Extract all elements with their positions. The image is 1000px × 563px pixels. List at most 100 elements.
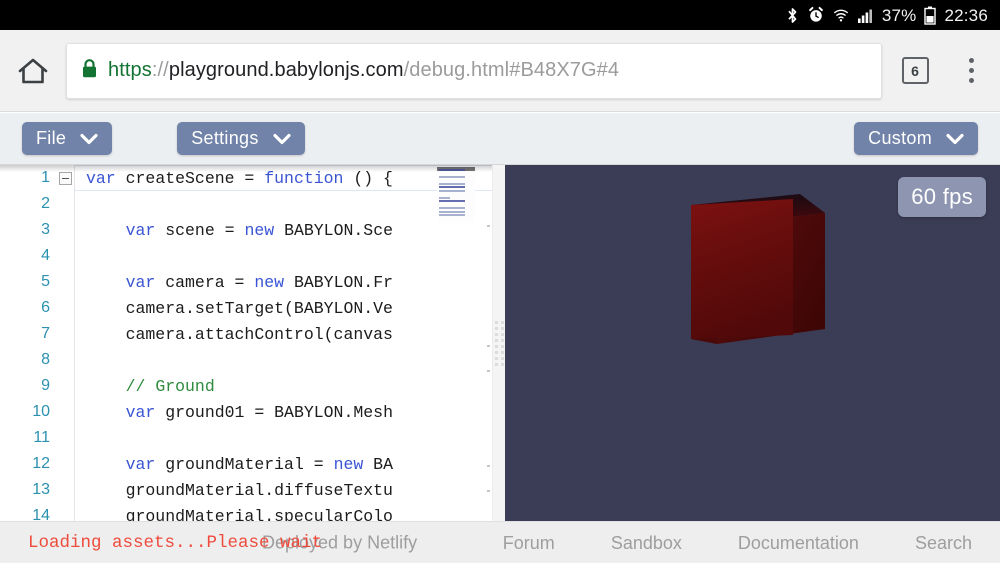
code-text: camera.setTarget(BABYLON.Ve (74, 299, 393, 318)
code-line[interactable]: 12 var groundMaterial = new BA (0, 451, 505, 477)
code-line[interactable]: 6 camera.setTarget(BABYLON.Ve (0, 295, 505, 321)
grip-dot (501, 327, 504, 330)
code-lines[interactable]: 1var createScene = function () {23 var s… (0, 165, 505, 521)
signal-icon (857, 7, 874, 24)
code-token (86, 273, 126, 292)
url-text: https://playground.babylonjs.com/debug.h… (108, 59, 619, 82)
file-menu-button[interactable]: File (22, 122, 112, 155)
grip-dot (495, 321, 498, 324)
grip-dot (495, 345, 498, 348)
kebab-dot-1 (969, 58, 974, 63)
code-line[interactable]: 11 (0, 425, 505, 451)
code-token (86, 455, 126, 474)
line-number: 14 (0, 507, 56, 521)
grip-dots (495, 321, 504, 366)
footer-link-sandbox[interactable]: Sandbox (583, 533, 710, 554)
code-token: var (126, 221, 156, 240)
url-path: /debug.html#B48X7G#4 (404, 59, 620, 81)
code-token: BA (363, 455, 393, 474)
code-text: groundMaterial.specularColo (74, 507, 393, 522)
line-number: 3 (0, 221, 56, 239)
grip-dot (495, 357, 498, 360)
code-line[interactable]: 4 (0, 243, 505, 269)
grip-dot (495, 363, 498, 366)
wifi-icon (833, 6, 849, 24)
alarm-icon (807, 6, 825, 24)
code-line[interactable]: 3 var scene = new BABYLON.Sce (0, 217, 505, 243)
minimap-line (439, 186, 465, 188)
minimap-line (439, 214, 465, 216)
editor-overview-ruler[interactable] (484, 165, 491, 521)
code-token: new (334, 455, 364, 474)
minimap-line (439, 190, 465, 192)
code-line[interactable]: 10 var ground01 = BABYLON.Mesh (0, 399, 505, 425)
custom-menu-label: Custom (868, 128, 932, 149)
chevron-down-icon (273, 133, 291, 145)
line-number: 6 (0, 299, 56, 317)
grip-dot (501, 333, 504, 336)
code-line[interactable]: 5 var camera = new BABYLON.Fr (0, 269, 505, 295)
minimap-line (439, 169, 465, 171)
work-area: 1var createScene = function () {23 var s… (0, 165, 1000, 521)
chevron-down-icon (80, 133, 98, 145)
code-text: camera.attachControl(canvas (74, 325, 393, 344)
editor-resize-grip[interactable] (492, 165, 505, 521)
bluetooth-icon (786, 6, 799, 25)
code-line[interactable]: 8 (0, 347, 505, 373)
grip-dot (501, 357, 504, 360)
code-line[interactable]: 2 (0, 191, 505, 217)
kebab-dot-3 (969, 78, 974, 83)
kebab-dot-2 (969, 68, 974, 73)
battery-icon (924, 6, 936, 25)
playground-toolbar: File Settings Custom (0, 113, 1000, 165)
minimap-line (439, 197, 450, 199)
tab-count-label: 6 (902, 57, 929, 84)
code-text: var scene = new BABYLON.Sce (74, 221, 393, 240)
custom-menu-button[interactable]: Custom (854, 122, 978, 155)
minimap-line (439, 211, 465, 213)
url-host: playground.babylonjs.com (169, 59, 404, 81)
minimap-line (439, 183, 465, 185)
code-token: new (244, 221, 274, 240)
footer-link-documentation[interactable]: Documentation (710, 533, 887, 554)
code-line[interactable]: 13 groundMaterial.diffuseTextu (0, 477, 505, 503)
url-scheme: https (108, 59, 152, 81)
red-cube (683, 189, 828, 344)
code-editor[interactable]: 1var createScene = function () {23 var s… (0, 165, 505, 521)
code-token: scene = (155, 221, 244, 240)
fold-toggle-icon[interactable] (56, 172, 74, 185)
code-token: groundMaterial.diffuseTextu (86, 481, 393, 500)
code-token: camera.attachControl(canvas (86, 325, 393, 344)
minimap-line (439, 200, 465, 202)
code-line[interactable]: 14 groundMaterial.specularColo (0, 503, 505, 521)
kebab-menu-icon[interactable] (942, 30, 1000, 112)
babylon-render-canvas[interactable]: 60 fps (505, 165, 1000, 521)
grip-dot (495, 333, 498, 336)
grip-dot (501, 351, 504, 354)
footer-links: ForumSandboxDocumentationSearch (475, 522, 1000, 563)
chevron-down-icon (946, 133, 964, 145)
home-icon[interactable] (0, 30, 66, 112)
code-token: var (126, 273, 156, 292)
code-line[interactable]: 9 // Ground (0, 373, 505, 399)
screen-root: 37% 22:36 https://playgroun (0, 0, 1000, 563)
line-number: 12 (0, 455, 56, 473)
tab-counter-button[interactable]: 6 (888, 30, 942, 112)
line-number: 8 (0, 351, 56, 369)
grip-dot (495, 351, 498, 354)
footer-link-search[interactable]: Search (887, 533, 1000, 554)
omnibox[interactable]: https://playground.babylonjs.com/debug.h… (66, 43, 882, 99)
code-text: var camera = new BABYLON.Fr (74, 273, 393, 292)
android-status-bar: 37% 22:36 (0, 0, 1000, 30)
settings-menu-button[interactable]: Settings (177, 122, 304, 155)
code-minimap[interactable] (437, 167, 475, 223)
battery-percent: 37% (882, 7, 917, 24)
footer-link-forum[interactable]: Forum (475, 533, 583, 554)
line-number: 11 (0, 429, 56, 447)
code-token: var (126, 455, 156, 474)
code-token: groundMaterial.specularColo (86, 507, 393, 522)
code-line[interactable]: 7 camera.attachControl(canvas (0, 321, 505, 347)
code-token (86, 403, 126, 422)
line-number: 5 (0, 273, 56, 291)
line-number: 2 (0, 195, 56, 213)
